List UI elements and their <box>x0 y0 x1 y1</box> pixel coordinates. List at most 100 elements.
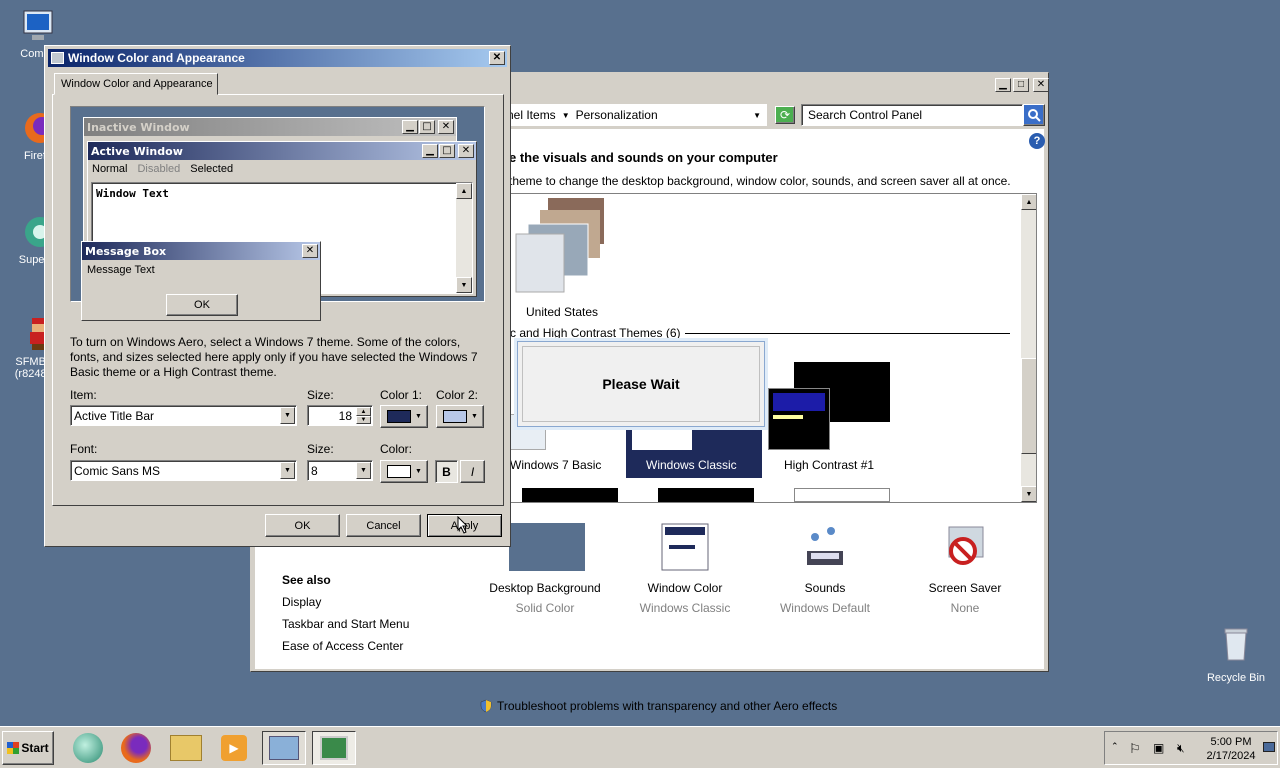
customize-sublabel: Solid Color <box>515 601 575 615</box>
font-select[interactable]: Comic Sans MS ▼ <box>70 460 297 481</box>
italic-toggle[interactable]: I <box>460 460 485 483</box>
clock-date: 2/17/2024 <box>1206 750 1256 762</box>
window-color-link[interactable]: Window Color Windows Classic <box>625 523 745 615</box>
taskbar-explorer[interactable] <box>164 731 208 765</box>
theme-thumbnail <box>794 488 890 502</box>
dialog-close-button[interactable]: ✕ <box>489 51 505 65</box>
section-title: c and High Contrast Themes (6) <box>510 326 681 340</box>
preview-inactive-title: Inactive Window ▁ □ ✕ <box>84 118 456 136</box>
taskbar-supermium[interactable] <box>66 731 110 765</box>
chevron-down-icon: ▼ <box>415 413 422 420</box>
breadcrumb-separator: ▼ <box>561 110 570 120</box>
dialog-title: Window Color and Appearance <box>68 51 245 65</box>
preview-close-icon: ✕ <box>438 120 454 134</box>
preview-close-icon: ✕ <box>302 244 318 258</box>
chevron-down-icon[interactable]: ▼ <box>280 407 295 424</box>
cancel-button[interactable]: Cancel <box>346 514 421 537</box>
customize-label: Desktop Background <box>489 581 601 595</box>
screen-saver-link[interactable]: Screen Saver None <box>905 523 1025 615</box>
desktop-icon-recycle-bin[interactable]: Recycle Bin <box>1198 626 1274 684</box>
search-input[interactable]: Search Control Panel <box>801 104 1023 126</box>
preview-active-title: Active Window ▁ □ ✕ <box>88 142 476 160</box>
breadcrumb[interactable]: nel Items ▼ Personalization ▼ <box>503 104 767 126</box>
theme-label: High Contrast #1 <box>784 458 875 472</box>
preview-window-text: Window Text <box>96 187 169 200</box>
troubleshoot-link[interactable]: Troubleshoot problems with transparency … <box>479 699 837 713</box>
theme-label: Windows Classic <box>646 458 737 472</box>
taskbar-personalization[interactable] <box>312 731 356 765</box>
media-player-icon: ▶ <box>221 735 247 761</box>
font-color-picker[interactable]: ▼ <box>380 460 428 483</box>
see-also-display-link[interactable]: Display <box>282 595 409 609</box>
flag-icon[interactable]: ⚐ <box>1129 741 1141 757</box>
computer-icon <box>23 10 53 40</box>
mouse-cursor-icon <box>457 516 469 534</box>
volume-muted-icon[interactable]: 🔇︎ <box>1177 741 1185 756</box>
show-desktop-icon[interactable] <box>1263 742 1275 752</box>
color2-picker[interactable]: ▼ <box>436 405 484 428</box>
tab-window-color[interactable]: Window Color and Appearance <box>54 73 218 95</box>
see-also-taskbar-link[interactable]: Taskbar and Start Menu <box>282 617 409 631</box>
see-also-ease-link[interactable]: Ease of Access Center <box>282 639 409 653</box>
taskbar-control-panel[interactable] <box>262 731 306 765</box>
size-stepper[interactable]: 18 ▲ ▼ <box>307 405 373 426</box>
color1-picker[interactable]: ▼ <box>380 405 428 428</box>
clock[interactable]: 5:00 PM 2/17/2024 <box>1201 735 1261 763</box>
dialog-titlebar[interactable]: Window Color and Appearance ✕ <box>48 49 507 67</box>
recycle-bin-icon <box>1224 628 1248 661</box>
firefox-icon <box>121 733 151 763</box>
theme-united-states[interactable]: United States <box>514 196 624 319</box>
customize-label: Screen Saver <box>928 581 1002 595</box>
page-subheading: theme to change the desktop background, … <box>509 174 1011 188</box>
taskbar-firefox[interactable] <box>114 731 158 765</box>
control-panel-icon <box>269 736 299 760</box>
preview-ok-button: OK <box>166 294 238 316</box>
taskbar-media-player[interactable]: ▶ <box>212 731 256 765</box>
refresh-button[interactable]: ⟳ <box>775 106 795 124</box>
sounds-link[interactable]: Sounds Windows Default <box>765 523 885 615</box>
network-icon[interactable]: ▣ <box>1153 741 1164 755</box>
desktop-icon-label: Recycle Bin <box>1206 672 1266 684</box>
ok-button[interactable]: OK <box>265 514 340 537</box>
spin-down-icon[interactable]: ▼ <box>356 416 371 424</box>
search-button[interactable] <box>1023 104 1045 126</box>
start-button[interactable]: Start <box>2 731 54 765</box>
scroll-down-button[interactable]: ▼ <box>1021 486 1036 502</box>
customize-sublabel: Windows Default <box>779 601 871 615</box>
spin-up-icon[interactable]: ▲ <box>356 407 371 416</box>
scroll-up-button[interactable]: ▲ <box>1021 194 1036 210</box>
breadcrumb-item[interactable]: Personalization <box>576 108 658 122</box>
preview-minimize-icon: ▁ <box>422 144 438 158</box>
item-select[interactable]: Active Title Bar ▼ <box>70 405 297 426</box>
help-icon[interactable]: ? <box>1029 133 1045 149</box>
maximize-button[interactable]: □ <box>1013 78 1029 92</box>
chevron-down-icon: ▼ <box>471 413 478 420</box>
close-button[interactable]: ✕ <box>1033 78 1049 92</box>
font-size-select[interactable]: 8 ▼ <box>307 460 373 481</box>
theme-label: Windows 7 Basic <box>510 458 602 472</box>
scroll-thumb[interactable] <box>1021 358 1036 454</box>
breadcrumb-item[interactable]: nel Items <box>507 108 556 122</box>
chevron-up-icon[interactable]: ⌃ <box>1111 741 1119 752</box>
preview-close-icon: ✕ <box>458 144 474 158</box>
please-wait-text: Please Wait <box>522 346 760 422</box>
supermium-icon <box>73 733 103 763</box>
see-also-panel: See also Display Taskbar and Start Menu … <box>282 573 409 653</box>
dialog-app-icon <box>51 52 64 64</box>
minimize-button[interactable]: ▁ <box>995 78 1011 92</box>
item-label: Item: <box>70 388 97 402</box>
size-label: Size: <box>307 388 334 402</box>
preview-scroll-down-icon: ▼ <box>456 277 472 293</box>
chevron-down-icon[interactable]: ▼ <box>356 462 371 479</box>
theme-high-contrast-1[interactable]: High Contrast #1 <box>768 354 898 478</box>
chevron-down-icon[interactable]: ▼ <box>753 111 761 120</box>
search-placeholder: Search Control Panel <box>808 108 923 122</box>
window-color-icon <box>661 523 709 571</box>
chevron-down-icon[interactable]: ▼ <box>280 462 295 479</box>
sounds-icon <box>807 527 843 565</box>
window-color-dialog: Window Color and Appearance ✕ Window Col… <box>44 45 511 547</box>
chevron-down-icon: ▼ <box>415 468 422 475</box>
theme-list-scrollbar[interactable]: ▲ ▼ <box>1021 194 1036 502</box>
bold-toggle[interactable]: B <box>435 460 458 483</box>
preview-maximize-icon: □ <box>419 120 435 134</box>
